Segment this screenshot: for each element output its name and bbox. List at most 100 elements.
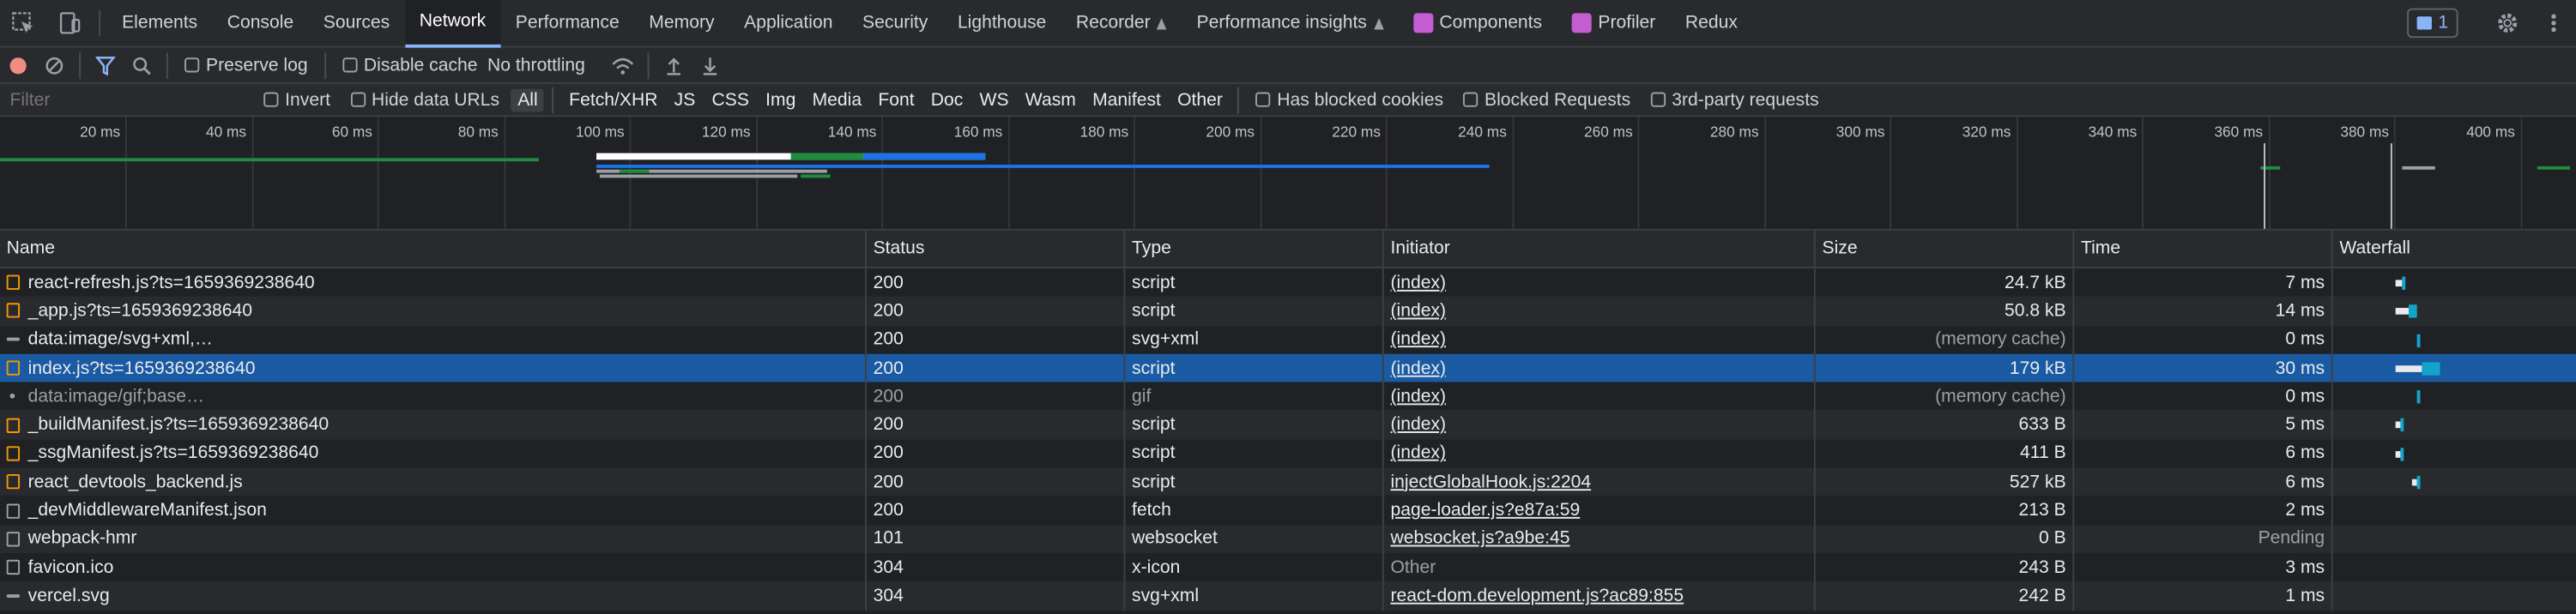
checkbox-box[interactable]	[263, 92, 279, 107]
tab-components[interactable]: Components	[1398, 0, 1557, 47]
cell-initiator[interactable]: (index)	[1384, 411, 1816, 440]
cell-waterfall[interactable]	[2333, 497, 2576, 525]
table-row[interactable]: vercel.svg 304 svg+xml react-dom.developmen…	[0, 581, 2576, 611]
tab-performance[interactable]: Performance	[501, 0, 634, 47]
cell-initiator[interactable]: (index)	[1384, 439, 1816, 468]
cell-initiator[interactable]: (index)	[1384, 297, 1816, 326]
tab-profiler[interactable]: Profiler	[1557, 0, 1670, 47]
table-row[interactable]: react_devtools_backend.js 200 script inject…	[0, 467, 2576, 497]
cell-waterfall[interactable]	[2333, 411, 2576, 439]
device-toolbar-icon[interactable]	[46, 0, 93, 47]
tab-redux[interactable]: Redux	[1671, 0, 1753, 47]
tab-performance-insights[interactable]: Performance insights	[1182, 0, 1398, 47]
cell-name[interactable]: favicon.ico	[0, 553, 867, 582]
cell-name[interactable]: react_devtools_backend.js	[0, 467, 867, 497]
hide-data-urls-checkbox[interactable]: Hide data URLs	[350, 90, 499, 110]
tab-security[interactable]: Security	[848, 0, 943, 47]
cell-waterfall[interactable]	[2333, 325, 2576, 353]
column-header-type[interactable]: Type	[1125, 230, 1384, 268]
table-row[interactable]: data:image/svg+xml,… 200 svg+xml (index) (me…	[0, 325, 2576, 354]
cell-initiator[interactable]: injectGlobalHook.js:2204	[1384, 467, 1816, 497]
cell-name[interactable]: _buildManifest.js?ts=1659369238640	[0, 411, 867, 440]
cell-name[interactable]: data:image/svg+xml,…	[0, 325, 867, 354]
table-row[interactable]: data:image/gif;base… 200 gif (index) (memory…	[0, 382, 2576, 412]
filter-type-ws[interactable]: WS	[973, 88, 1015, 111]
filter-icon[interactable]	[88, 47, 124, 83]
kebab-menu-icon[interactable]	[2531, 0, 2576, 47]
export-har-icon[interactable]	[692, 47, 729, 83]
table-row[interactable]: favicon.ico 304 x-icon Other 243 B 3 ms	[0, 553, 2576, 582]
cell-waterfall[interactable]	[2333, 382, 2576, 411]
cell-initiator-text[interactable]: injectGlobalHook.js:2204	[1390, 473, 1591, 492]
blocked-requests-checkbox[interactable]: Blocked Requests	[1463, 90, 1630, 110]
cell-waterfall[interactable]	[2333, 268, 2576, 297]
checkbox-box[interactable]	[342, 57, 358, 73]
table-row[interactable]: _devMiddlewareManifest.json 200 fetch page-…	[0, 496, 2576, 525]
table-row[interactable]: index.js?ts=1659369238640 200 script (index…	[0, 353, 2576, 382]
preserve-log-checkbox[interactable]: Preserve log	[184, 55, 308, 75]
filter-type-img[interactable]: Img	[759, 88, 802, 111]
issues-badge[interactable]: 1	[2406, 8, 2458, 39]
column-header-waterfall[interactable]: Waterfall	[2333, 231, 2576, 267]
filter-type-js[interactable]: JS	[668, 88, 702, 111]
inspect-element-icon[interactable]	[0, 0, 46, 47]
clear-icon[interactable]	[36, 47, 72, 83]
cell-name[interactable]: index.js?ts=1659369238640	[0, 353, 867, 382]
cell-initiator[interactable]: (index)	[1384, 353, 1816, 382]
cell-initiator-text[interactable]: page-loader.js?e87a:59	[1390, 501, 1580, 521]
cell-waterfall[interactable]	[2333, 297, 2576, 325]
cell-initiator-text[interactable]: react-dom.development.js?ac89:855	[1390, 586, 1684, 605]
column-header-size[interactable]: Size	[1816, 230, 2075, 268]
table-row[interactable]: _app.js?ts=1659369238640 200 script (index)…	[0, 297, 2576, 326]
cell-waterfall[interactable]	[2333, 525, 2576, 553]
filter-type-media[interactable]: Media	[806, 88, 868, 111]
table-row[interactable]: _buildManifest.js?ts=1659369238640 200 scr…	[0, 411, 2576, 440]
network-conditions-icon[interactable]	[605, 47, 641, 83]
checkbox-box[interactable]	[1463, 92, 1478, 107]
throttling-select[interactable]: No throttling	[487, 55, 585, 75]
column-header-status[interactable]: Status	[867, 230, 1126, 268]
record-icon[interactable]	[0, 47, 36, 83]
table-row[interactable]: _ssgManifest.js?ts=1659369238640 200 scrip…	[0, 439, 2576, 468]
cell-initiator-text[interactable]: (index)	[1390, 301, 1446, 321]
cell-waterfall[interactable]	[2333, 467, 2576, 496]
cell-initiator[interactable]: (index)	[1384, 325, 1816, 354]
cell-initiator[interactable]: react-dom.development.js?ac89:855	[1384, 581, 1816, 611]
tab-elements[interactable]: Elements	[107, 0, 213, 47]
filter-type-all[interactable]: All	[511, 87, 545, 111]
checkbox-box[interactable]	[350, 92, 366, 107]
tab-recorder[interactable]: Recorder	[1061, 0, 1182, 47]
disable-cache-checkbox[interactable]: Disable cache	[342, 55, 478, 75]
tab-sources[interactable]: Sources	[308, 0, 404, 47]
cell-initiator-text[interactable]: websocket.js?a9be:45	[1390, 529, 1569, 549]
cell-initiator[interactable]: websocket.js?a9be:45	[1384, 524, 1816, 554]
cell-name[interactable]: _ssgManifest.js?ts=1659369238640	[0, 439, 867, 468]
third-party-requests-checkbox[interactable]: 3rd-party requests	[1650, 90, 1819, 110]
table-row[interactable]: webpack-hmr 101 websocket websocket.js?a9be…	[0, 524, 2576, 554]
invert-checkbox[interactable]: Invert	[263, 90, 330, 110]
column-header-time[interactable]: Time	[2074, 230, 2333, 268]
filter-type-css[interactable]: CSS	[705, 88, 756, 111]
filter-type-wasm[interactable]: Wasm	[1019, 88, 1082, 111]
column-header-name[interactable]: Name	[0, 230, 867, 268]
cell-name[interactable]: data:image/gif;base…	[0, 382, 867, 412]
cell-initiator-text[interactable]: (index)	[1390, 358, 1446, 378]
filter-type-fetch-xhr[interactable]: Fetch/XHR	[563, 88, 665, 111]
cell-initiator[interactable]: (index)	[1384, 268, 1816, 298]
cell-initiator[interactable]: page-loader.js?e87a:59	[1384, 496, 1816, 525]
cell-initiator-text[interactable]: (index)	[1390, 415, 1446, 435]
gear-icon[interactable]	[2484, 0, 2531, 47]
has-blocked-cookies-checkbox[interactable]: Has blocked cookies	[1255, 90, 1443, 110]
cell-initiator[interactable]: (index)	[1384, 382, 1816, 412]
cell-waterfall[interactable]	[2333, 439, 2576, 467]
tab-application[interactable]: Application	[729, 0, 848, 47]
cell-name[interactable]: webpack-hmr	[0, 524, 867, 554]
tab-network[interactable]: Network	[404, 0, 501, 47]
table-row[interactable]: react-refresh.js?ts=1659369238640 200 scri…	[0, 268, 2576, 298]
checkbox-box[interactable]	[1650, 92, 1666, 107]
cell-waterfall[interactable]	[2333, 581, 2576, 610]
cell-initiator-text[interactable]: (index)	[1390, 273, 1446, 292]
column-header-initiator[interactable]: Initiator	[1384, 230, 1816, 268]
cell-waterfall[interactable]	[2333, 553, 2576, 581]
cell-name[interactable]: react-refresh.js?ts=1659369238640	[0, 268, 867, 298]
